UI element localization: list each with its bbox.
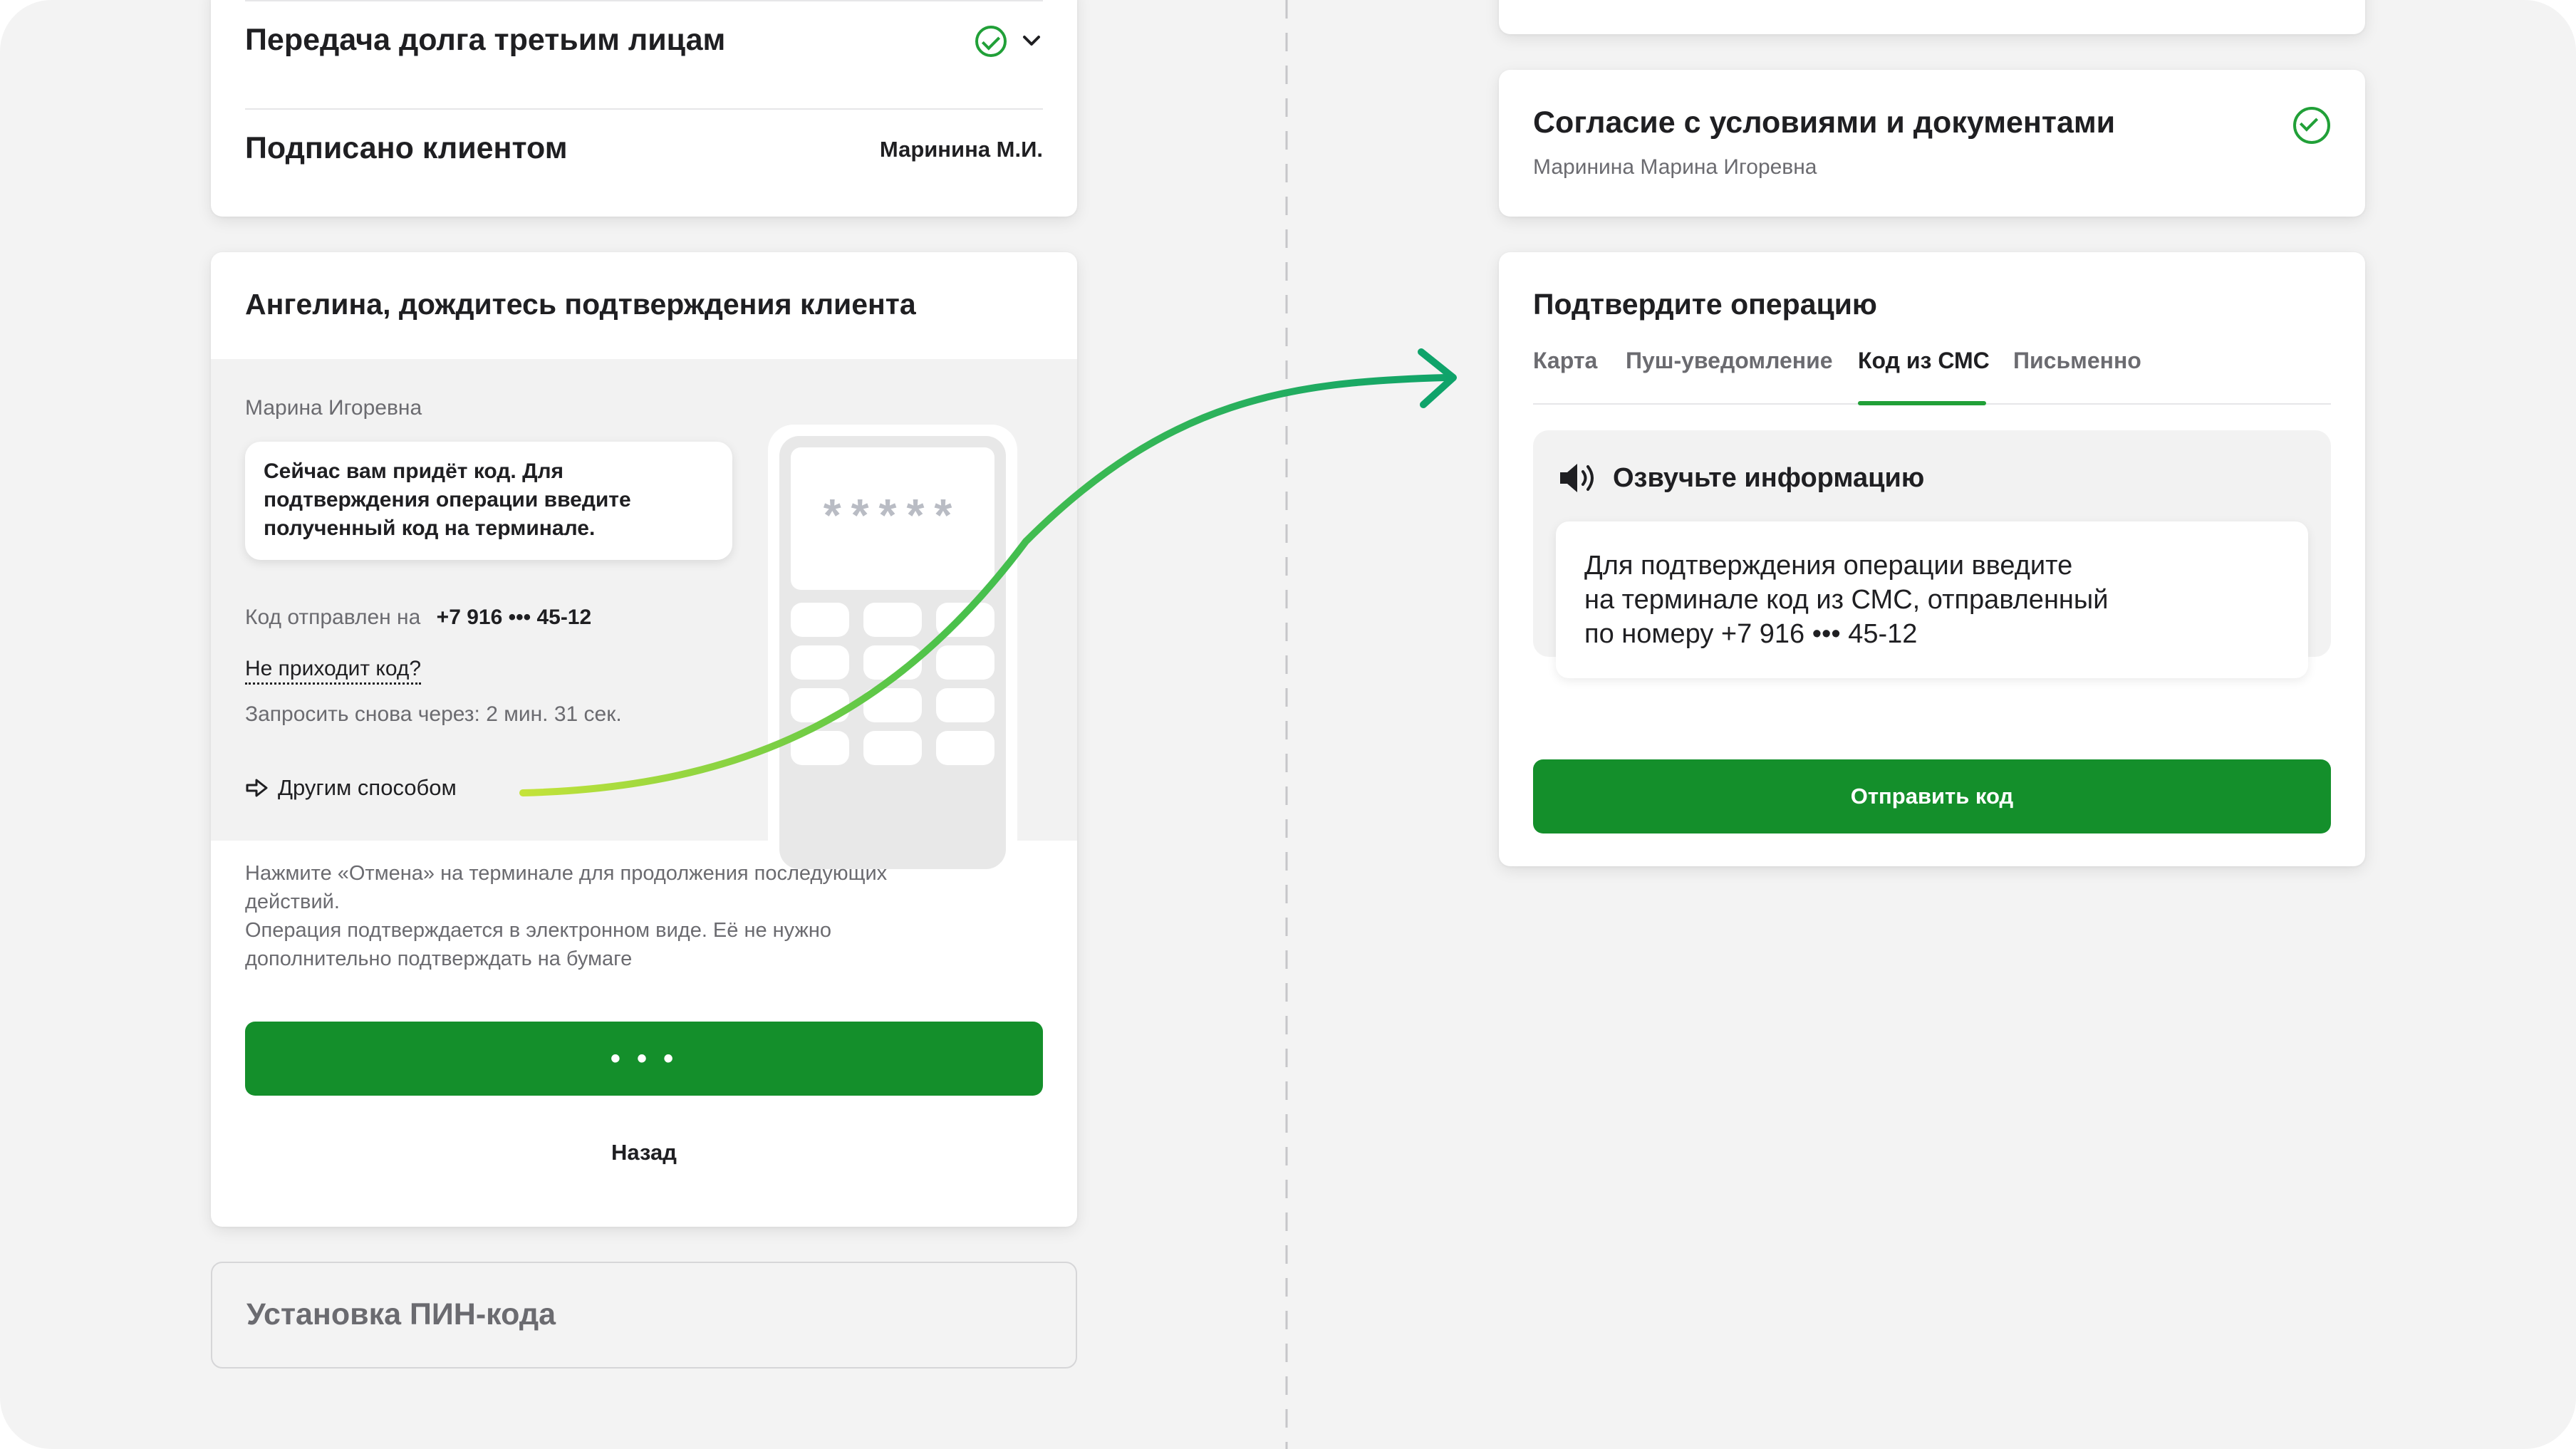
flow-arrow (519, 348, 1457, 796)
flow-arrow-curve (519, 374, 1450, 796)
canvas: Передача долга третьим лицам Подписано к… (0, 0, 2576, 1449)
